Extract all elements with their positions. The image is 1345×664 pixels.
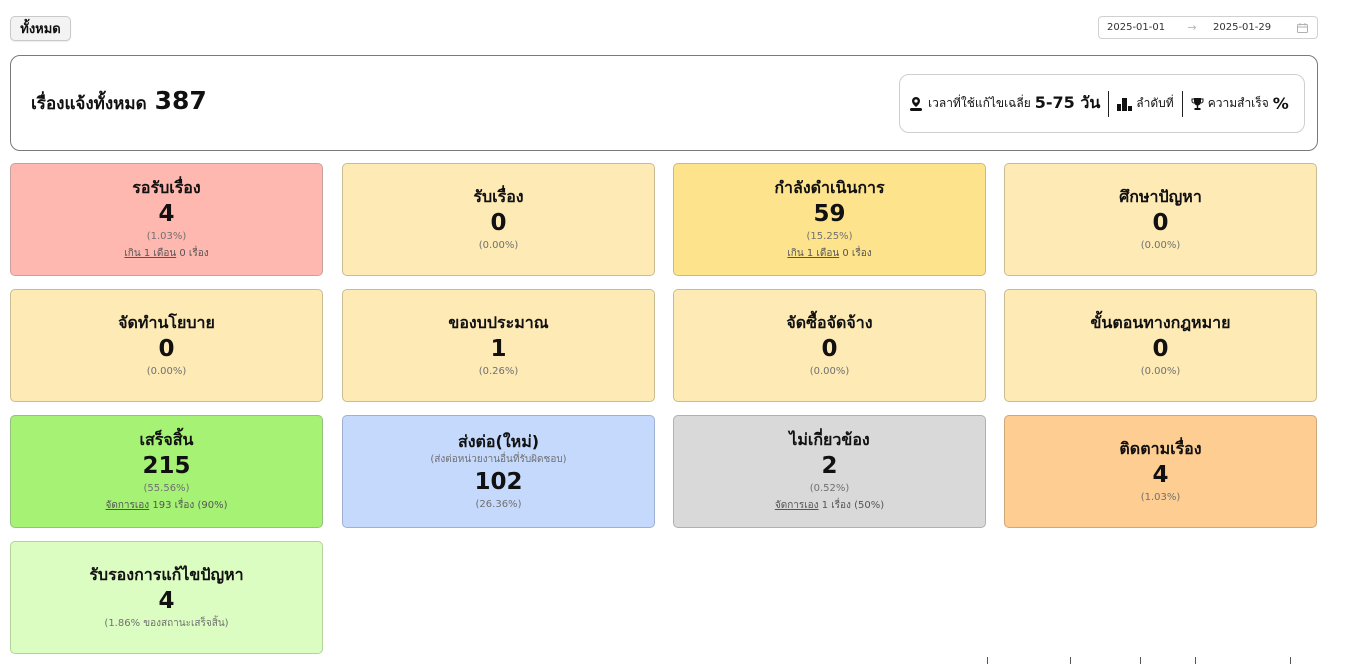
- card-percent: (0.52%): [809, 482, 850, 494]
- card-count: 0: [1152, 209, 1169, 236]
- status-card-completed[interactable]: เสร็จสิ้น 215 (55.56%) จัดการเอง 193 เรื…: [10, 415, 323, 528]
- card-percent: (1.03%): [146, 230, 187, 242]
- card-count: 0: [158, 335, 175, 362]
- success-stat: ความสำเร็จ %: [1191, 94, 1289, 113]
- card-count: 2: [821, 452, 838, 479]
- avg-time-value: 5-75 วัน: [1034, 93, 1101, 112]
- calendar-icon[interactable]: [1297, 22, 1308, 33]
- status-card-irrelevant[interactable]: ไม่เกี่ยวข้อง 2 (0.52%) จัดการเอง 1 เรื่…: [673, 415, 986, 528]
- card-title: จัดซื้อจัดจ้าง: [786, 312, 873, 332]
- all-filter-button[interactable]: ทั้งหมด: [10, 16, 71, 41]
- arrow-right-icon: →: [1187, 21, 1197, 34]
- card-title: ศึกษาปัญหา: [1119, 186, 1202, 206]
- status-card-received[interactable]: รับเรื่อง 0 (0.00%): [342, 163, 655, 276]
- divider: [1108, 90, 1110, 117]
- card-count: 59: [813, 200, 846, 227]
- self-handled-link[interactable]: จัดการเอง: [775, 500, 819, 511]
- status-card-budget[interactable]: ของบประมาณ 1 (0.26%): [342, 289, 655, 402]
- start-date-input[interactable]: 2025-01-01: [1099, 22, 1179, 33]
- card-percent: (15.25%): [806, 230, 853, 242]
- self-handled-text: 1 เรื่อง (50%): [818, 499, 885, 511]
- self-handled-text: 193 เรื่อง (90%): [149, 499, 228, 511]
- status-card-procurement[interactable]: จัดซื้อจัดจ้าง 0 (0.00%): [673, 289, 986, 402]
- rank-label: ลำดับที่: [1136, 96, 1174, 110]
- card-percent: (0.00%): [146, 365, 187, 377]
- card-title: เสร็จสิ้น: [139, 429, 194, 449]
- total-reports-label: เรื่องแจ้งทั้งหมด: [31, 94, 147, 114]
- rank-stat: ลำดับที่: [1117, 94, 1174, 113]
- card-percent: (0.00%): [1140, 365, 1181, 377]
- card-title: ติดตามเรื่อง: [1119, 438, 1202, 458]
- card-count: 0: [1152, 335, 1169, 362]
- card-title: ของบประมาณ: [448, 312, 549, 332]
- avg-time-label: เวลาที่ใช้แก้ไขเฉลี่ย: [928, 96, 1031, 110]
- card-percent: (0.00%): [1140, 239, 1181, 251]
- card-title: รับรองการแก้ไขปัญหา: [89, 564, 244, 584]
- cut-off-content: [985, 656, 1305, 664]
- card-percent: (55.56%): [143, 482, 190, 494]
- summary-panel: เรื่องแจ้งทั้งหมด 387 เวลาที่ใช้แก้ไขเฉล…: [10, 55, 1318, 151]
- status-card-certified[interactable]: รับรองการแก้ไขปัญหา 4 (1.86% ของสถานะเสร…: [10, 541, 323, 654]
- card-title: รับเรื่อง: [473, 186, 524, 206]
- card-title: ไม่เกี่ยวข้อง: [789, 429, 870, 449]
- card-percent: (1.03%): [1140, 491, 1181, 503]
- card-title: ส่งต่อ(ใหม่): [457, 431, 540, 451]
- card-percent: (0.26%): [478, 365, 519, 377]
- location-pin-icon: [908, 96, 924, 112]
- card-title: ขั้นตอนทางกฎหมาย: [1090, 312, 1231, 332]
- card-subtitle: (ส่งต่อหน่วยงานอื่นที่รับผิดชอบ): [430, 453, 567, 465]
- status-card-waiting[interactable]: รอรับเรื่อง 4 (1.03%) เกิน 1 เดือน 0 เรื…: [10, 163, 323, 276]
- card-self-handled: จัดการเอง 193 เรื่อง (90%): [105, 497, 227, 515]
- overdue-text: 0 เรื่อง: [176, 247, 209, 259]
- card-count: 0: [490, 209, 507, 236]
- end-date-input[interactable]: 2025-01-29: [1205, 22, 1285, 33]
- status-card-legal[interactable]: ขั้นตอนทางกฎหมาย 0 (0.00%): [1004, 289, 1317, 402]
- podium-icon: [1117, 97, 1133, 111]
- card-count: 4: [158, 587, 175, 614]
- total-reports: เรื่องแจ้งทั้งหมด 387: [31, 86, 207, 117]
- card-overdue: เกิน 1 เดือน 0 เรื่อง: [124, 245, 208, 263]
- status-card-in-progress[interactable]: กำลังดำเนินการ 59 (15.25%) เกิน 1 เดือน …: [673, 163, 986, 276]
- card-percent: (0.00%): [809, 365, 850, 377]
- card-title: กำลังดำเนินการ: [774, 177, 885, 197]
- overdue-text: 0 เรื่อง: [839, 247, 872, 259]
- status-card-policy[interactable]: จัดทำนโยบาย 0 (0.00%): [10, 289, 323, 402]
- status-card-follow-up[interactable]: ติดตามเรื่อง 4 (1.03%): [1004, 415, 1317, 528]
- card-self-handled: จัดการเอง 1 เรื่อง (50%): [775, 497, 884, 515]
- overdue-link[interactable]: เกิน 1 เดือน: [787, 248, 839, 259]
- success-value: %: [1272, 94, 1289, 113]
- card-overdue: เกิน 1 เดือน 0 เรื่อง: [787, 245, 871, 263]
- status-card-study[interactable]: ศึกษาปัญหา 0 (0.00%): [1004, 163, 1317, 276]
- card-count: 102: [474, 468, 523, 495]
- card-count: 4: [158, 200, 175, 227]
- avg-time-stat: เวลาที่ใช้แก้ไขเฉลี่ย 5-75 วัน: [908, 91, 1100, 116]
- date-range-picker[interactable]: 2025-01-01 → 2025-01-29: [1098, 16, 1318, 39]
- card-title: จัดทำนโยบาย: [118, 312, 215, 332]
- success-label: ความสำเร็จ: [1207, 96, 1269, 110]
- overdue-link[interactable]: เกิน 1 เดือน: [124, 248, 176, 259]
- status-card-forwarded[interactable]: ส่งต่อ(ใหม่) (ส่งต่อหน่วยงานอื่นที่รับผิ…: [342, 415, 655, 528]
- card-count: 1: [490, 335, 507, 362]
- card-count: 0: [821, 335, 838, 362]
- card-percent: (1.86% ของสถานะเสร็จสิ้น): [104, 617, 229, 629]
- card-title: รอรับเรื่อง: [132, 177, 201, 197]
- card-count: 4: [1152, 461, 1169, 488]
- total-reports-count: 387: [154, 86, 207, 115]
- self-handled-link[interactable]: จัดการเอง: [105, 500, 149, 511]
- trophy-icon: [1191, 97, 1204, 111]
- divider: [1181, 90, 1183, 117]
- card-percent: (0.00%): [478, 239, 519, 251]
- card-count: 215: [142, 452, 191, 479]
- card-percent: (26.36%): [475, 498, 522, 510]
- stats-box: เวลาที่ใช้แก้ไขเฉลี่ย 5-75 วัน ลำดับที่ …: [899, 74, 1305, 133]
